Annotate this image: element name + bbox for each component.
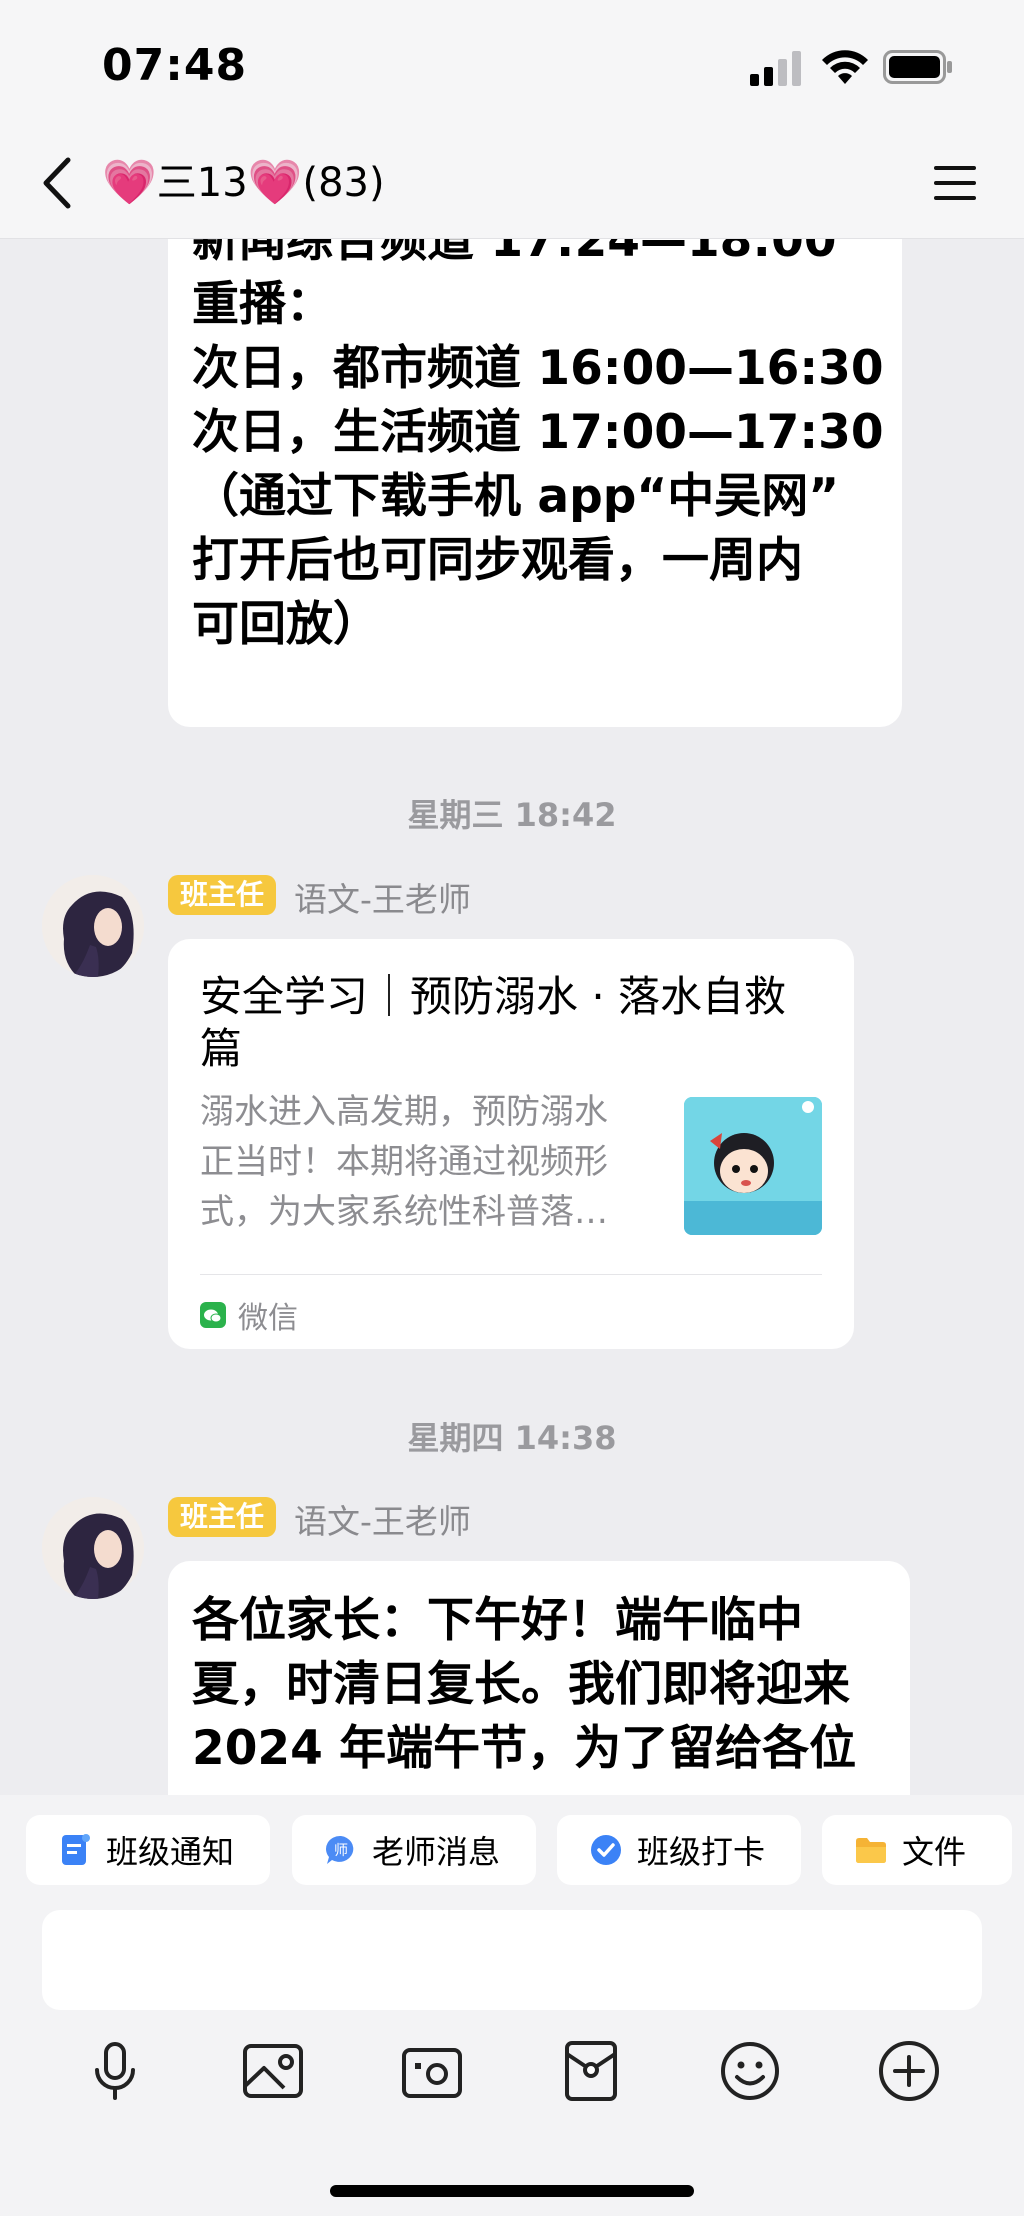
- role-badge: 班主任: [168, 875, 277, 915]
- camera-icon[interactable]: [399, 2038, 465, 2104]
- back-icon[interactable]: [38, 154, 78, 212]
- card-source-label: 微信: [238, 1301, 298, 1336]
- shortcut-label: 老师消息: [372, 1833, 501, 1871]
- member-count: (83): [302, 160, 385, 206]
- card-divider: [200, 1274, 822, 1275]
- heart-emoji: 💗: [247, 157, 303, 208]
- shortcut-files[interactable]: 文件: [822, 1815, 1012, 1885]
- avatar-image: [42, 875, 144, 977]
- svg-text:师: 师: [334, 1843, 348, 1859]
- status-bar: 07:48: [0, 0, 1024, 130]
- microphone-icon[interactable]: [82, 2038, 148, 2104]
- sender-name: 语文-王老师: [294, 1502, 471, 1541]
- card-title: 安全学习｜预防溺水 · 落水自救篇: [200, 972, 787, 1073]
- teacher-message-icon: 师: [326, 1835, 354, 1864]
- shortcut-label: 文件: [902, 1833, 967, 1871]
- home-indicator[interactable]: [330, 2185, 694, 2197]
- card-source: 微信: [200, 1293, 298, 1337]
- heart-emoji: 💗: [102, 157, 157, 208]
- menu-icon[interactable]: [932, 162, 978, 204]
- input-panel: 班级通知 师 老师消息 班级打卡 文件: [0, 1795, 1024, 2216]
- sender-name: 语文-王老师: [294, 880, 471, 919]
- shortcut-class-notice[interactable]: 班级通知: [26, 1815, 270, 1885]
- folder-icon: [856, 1838, 886, 1863]
- chat-title: 💗 三13 💗 (83): [102, 154, 385, 212]
- message-list[interactable]: 新闻综合频道 17:24—18:00 重播： 次日，都市频道 16:00—16:…: [0, 239, 1024, 1795]
- timestamp: 星期四 14:38: [407, 1419, 617, 1457]
- shortcut-label: 班级打卡: [637, 1833, 766, 1871]
- emoji-icon[interactable]: [717, 2038, 783, 2104]
- avatar-image: [42, 1497, 144, 1599]
- message-bubble[interactable]: 新闻综合频道 17:24—18:00 重播： 次日，都市频道 16:00—16:…: [168, 239, 902, 727]
- timestamp: 星期三 18:42: [407, 796, 617, 834]
- shortcut-class-checkin[interactable]: 班级打卡: [557, 1815, 801, 1885]
- plus-icon[interactable]: [876, 2038, 942, 2104]
- message-text: 各位家长：下午好！端午临中夏，时清日复长。我们即将迎来 2024 年端午节，为了…: [192, 1593, 857, 1776]
- wechat-icon: [200, 1302, 226, 1328]
- message-input[interactable]: [42, 1910, 982, 2010]
- image-icon[interactable]: [240, 2038, 306, 2104]
- chat-title-name: 三13: [156, 160, 248, 206]
- cellular-signal-icon: [750, 51, 801, 86]
- role-badge: 班主任: [168, 1497, 277, 1537]
- cartoon-girl-image: [684, 1097, 822, 1235]
- checkin-icon: [591, 1835, 621, 1865]
- card-description: 溺水进入高发期，预防溺水正当时！本期将通过视频形式，为大家系统性科普落…: [200, 1092, 608, 1232]
- chat-header: 💗 三13 💗 (83): [0, 130, 1024, 239]
- status-time: 07:48: [102, 40, 248, 91]
- message-text: 新闻综合频道 17:24—18:00 重播： 次日，都市频道 16:00—16:…: [192, 239, 884, 652]
- card-thumbnail: [684, 1097, 822, 1235]
- wifi-icon: [822, 50, 868, 84]
- article-card[interactable]: 安全学习｜预防溺水 · 落水自救篇 溺水进入高发期，预防溺水正当时！本期将通过视…: [168, 939, 854, 1349]
- notice-icon: [62, 1834, 90, 1865]
- shortcut-label: 班级通知: [106, 1833, 235, 1871]
- shortcut-teacher-message[interactable]: 师 老师消息: [292, 1815, 536, 1885]
- message-bubble[interactable]: 各位家长：下午好！端午临中夏，时清日复长。我们即将迎来 2024 年端午节，为了…: [168, 1561, 910, 1795]
- avatar[interactable]: [42, 1497, 144, 1599]
- battery-icon: [883, 50, 952, 84]
- avatar[interactable]: [42, 875, 144, 977]
- red-packet-icon[interactable]: [558, 2038, 624, 2104]
